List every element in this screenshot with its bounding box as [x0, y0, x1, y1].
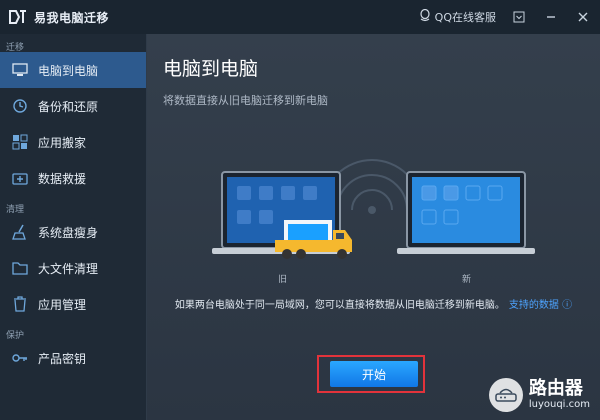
- folder-icon: [12, 260, 28, 276]
- lan-info-text: 如果两台电脑处于同一局域网，您可以直接将数据从旧电脑迁移到新电脑。 支持的数据 ⓘ: [147, 296, 600, 311]
- close-icon: [578, 12, 588, 22]
- backup-icon: [12, 98, 28, 114]
- key-icon: [12, 350, 28, 366]
- minimize-button[interactable]: [542, 8, 560, 26]
- new-pc-label: 新: [462, 275, 472, 285]
- router-logo-icon: [488, 378, 523, 412]
- sidebar-section-protect: 保护: [6, 331, 25, 341]
- monitor-icon: [12, 62, 28, 78]
- sidebar-item-backup[interactable]: 备份和还原: [0, 88, 146, 124]
- sidebar-section-migrate: 迁移: [6, 43, 25, 53]
- page-subtitle: 将数据直接从旧电脑迁移到新电脑: [163, 94, 328, 107]
- rescue-icon: [12, 170, 28, 186]
- app-logo-icon: [8, 8, 28, 26]
- sidebar-section-clean: 清理: [6, 205, 25, 215]
- start-button[interactable]: 开始: [330, 361, 418, 387]
- trash-icon: [12, 296, 28, 312]
- sidebar-item-label: 电脑到电脑: [38, 63, 99, 78]
- sidebar-item-product-key[interactable]: 产品密钥: [0, 340, 146, 376]
- app-window: 易我电脑迁移 QQ在线客服 迁移 电脑到电脑 备份和还原 应用搬家 数据救援 清…: [0, 0, 600, 420]
- sidebar-item-label: 备份和还原: [38, 99, 99, 114]
- minimize-icon: [547, 16, 555, 18]
- sidebar-item-pc-to-pc[interactable]: 电脑到电脑: [0, 52, 146, 88]
- apps-icon: [12, 134, 28, 150]
- menu-dropdown-button[interactable]: [510, 8, 528, 26]
- page-title: 电脑到电脑: [163, 58, 259, 80]
- main-panel: 电脑到电脑 将数据直接从旧电脑迁移到新电脑 旧 新 如果两台电脑处于同一局域网，…: [147, 34, 600, 420]
- sidebar-item-app-manage[interactable]: 应用管理: [0, 286, 146, 322]
- sidebar-item-label: 大文件清理: [38, 261, 99, 276]
- watermark: 路由器 luyouqi.com: [488, 378, 590, 412]
- app-title: 易我电脑迁移: [34, 10, 110, 25]
- close-button[interactable]: [574, 8, 592, 26]
- old-pc-label: 旧: [278, 275, 288, 285]
- watermark-subtext: luyouqi.com: [528, 399, 590, 410]
- sidebar-item-label: 应用管理: [38, 297, 87, 312]
- qq-icon: [419, 8, 431, 25]
- sidebar-item-label: 数据救援: [38, 171, 87, 186]
- sidebar-item-label: 应用搬家: [38, 135, 87, 150]
- sidebar: 迁移 电脑到电脑 备份和还原 应用搬家 数据救援 清理 系统盘瘦身 大文件清理 …: [0, 34, 147, 420]
- qq-support-link[interactable]: QQ在线客服: [419, 8, 496, 25]
- qq-support-label: QQ在线客服: [434, 11, 496, 24]
- info-circle-icon: ⓘ: [562, 300, 573, 311]
- sidebar-item-app-migrate[interactable]: 应用搬家: [0, 124, 146, 160]
- new-laptop-icon: [397, 171, 535, 254]
- watermark-text: 路由器: [528, 378, 583, 399]
- sidebar-item-large-file[interactable]: 大文件清理: [0, 250, 146, 286]
- broom-icon: [12, 224, 28, 240]
- sidebar-item-data-rescue[interactable]: 数据救援: [0, 160, 146, 196]
- sidebar-item-system-slim[interactable]: 系统盘瘦身: [0, 214, 146, 250]
- dropdown-icon: [513, 11, 525, 23]
- sidebar-item-label: 产品密钥: [38, 351, 87, 366]
- title-bar: 易我电脑迁移 QQ在线客服: [0, 0, 600, 34]
- supported-data-link[interactable]: 支持的数据 ⓘ: [509, 300, 572, 311]
- sidebar-item-label: 系统盘瘦身: [38, 225, 99, 240]
- lan-info-message: 如果两台电脑处于同一局域网，您可以直接将数据从旧电脑迁移到新电脑。: [174, 300, 505, 311]
